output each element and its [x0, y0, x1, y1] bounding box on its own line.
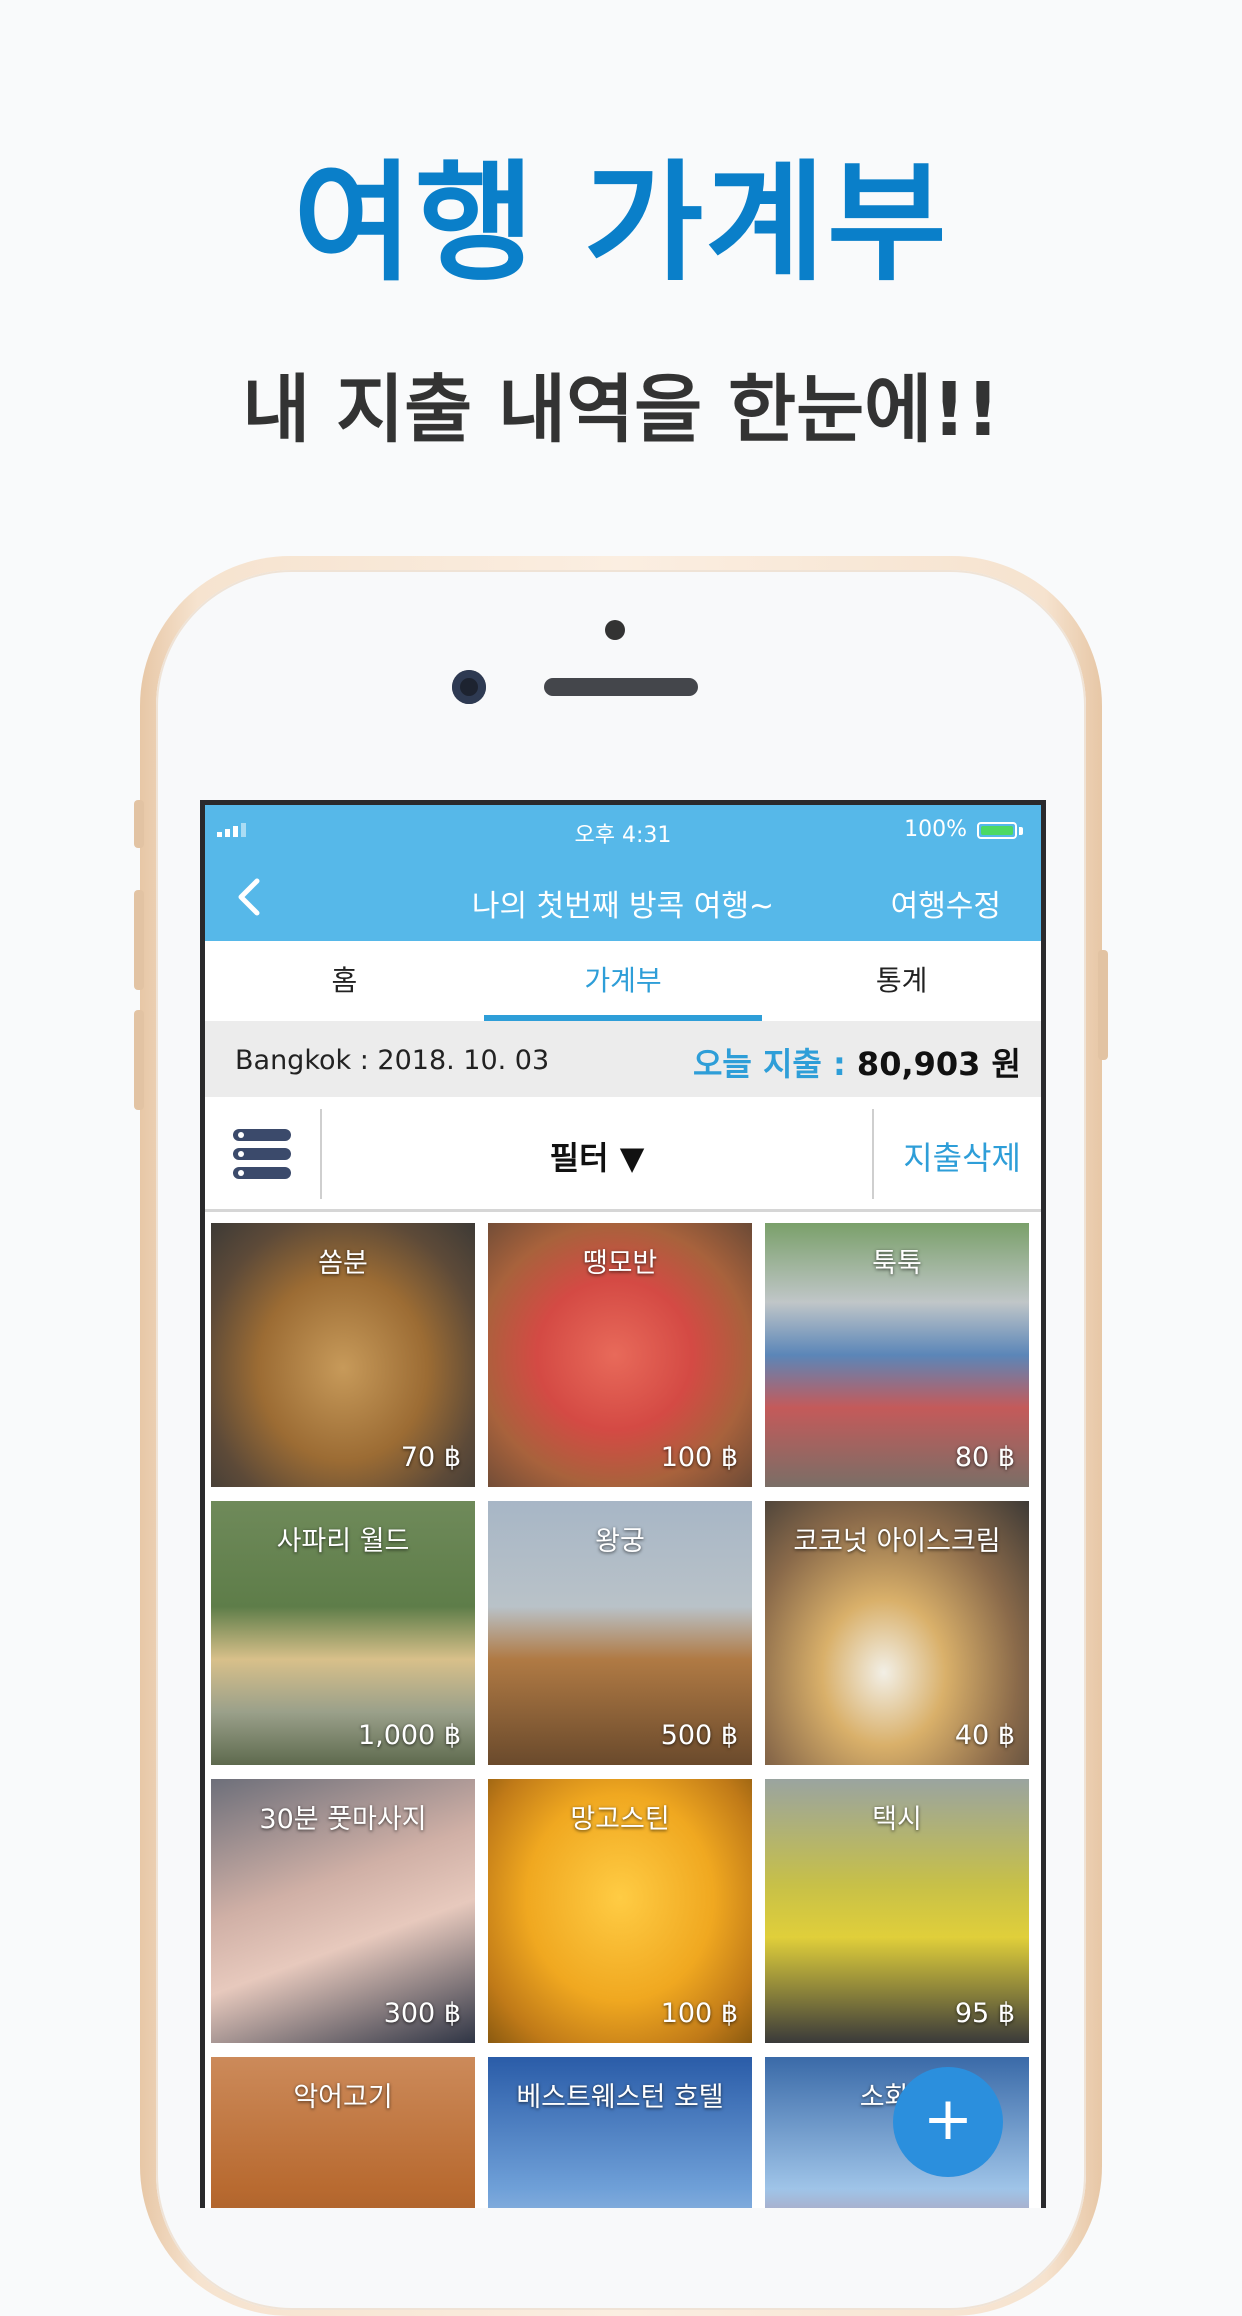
expense-name: 코코넛 아이스크림: [793, 1526, 1001, 1557]
expense-tile[interactable]: 택시 95 ฿: [765, 1779, 1029, 2043]
expense-price: 80 ฿: [954, 1442, 1015, 1473]
expense-price: 1,000 ฿: [357, 1720, 461, 1751]
proximity-sensor: [605, 620, 625, 640]
location-date: Bangkok : 2018. 10. 03: [235, 1045, 550, 1076]
expense-price: 95 ฿: [954, 1998, 1015, 2029]
expense-name: 사파리 월드: [276, 1526, 410, 1557]
today-spending: 오늘 지출 : 80,903 원: [693, 1039, 1021, 1085]
toolbar-divider: [872, 1109, 874, 1199]
expense-tile[interactable]: 코코넛 아이스크림 40 ฿: [765, 1501, 1029, 1765]
promo-title: 여행 가계부: [293, 147, 949, 299]
expense-tile[interactable]: 쏨분 70 ฿: [211, 1223, 475, 1487]
expense-tile[interactable]: 베스트웨스턴 호텔: [488, 2057, 752, 2208]
app-screen: 오후 4:31 100% 나의 첫번째 방콕 여행~ 여행수정 홈 가계부 통계…: [200, 800, 1046, 2208]
nav-bar: 나의 첫번째 방콕 여행~ 여행수정: [205, 853, 1041, 941]
filter-dropdown[interactable]: 필터 ▼: [322, 1133, 872, 1179]
list-menu-icon[interactable]: [233, 1127, 291, 1181]
delete-expense-button[interactable]: 지출삭제: [903, 1133, 1021, 1179]
front-camera: [452, 670, 486, 704]
phone-volume-down: [134, 1010, 144, 1110]
tab-home[interactable]: 홈: [205, 941, 484, 1021]
edit-trip-button[interactable]: 여행수정: [891, 881, 1001, 925]
expense-name: 30분 풋마사지: [259, 1804, 427, 1835]
tab-stats[interactable]: 통계: [762, 941, 1041, 1021]
battery-percent: 100%: [904, 817, 967, 842]
expense-name: 베스트웨스턴 호텔: [516, 2082, 724, 2113]
tab-ledger[interactable]: 가계부: [483, 941, 763, 1021]
today-spending-amount: 80,903 원: [856, 1045, 1021, 1083]
expense-price: 300 ฿: [383, 1998, 461, 2029]
battery-icon: [977, 822, 1017, 839]
expense-tile[interactable]: 악어고기: [211, 2057, 475, 2208]
phone-mute-switch: [134, 800, 144, 848]
battery-tip: [1019, 827, 1023, 835]
tab-bar: 홈 가계부 통계: [205, 941, 1041, 1021]
expense-name: 악어고기: [293, 2082, 393, 2113]
promo-subtitle: 내 지출 내역을 한눈에!!: [242, 367, 1000, 453]
expense-tile[interactable]: 툭툭 80 ฿: [765, 1223, 1029, 1487]
status-bar: 오후 4:31 100%: [205, 805, 1041, 853]
expense-price: 100 ฿: [660, 1442, 738, 1473]
expense-name: 왕궁: [595, 1526, 645, 1557]
expense-name: 쏨분: [318, 1248, 368, 1279]
daily-summary-bar: Bangkok : 2018. 10. 03 오늘 지출 : 80,903 원: [205, 1021, 1041, 1097]
expense-price: 70 ฿: [400, 1442, 461, 1473]
plus-icon: +: [922, 2084, 974, 2154]
expense-price: 500 ฿: [660, 1720, 738, 1751]
expense-price: 100 ฿: [660, 1998, 738, 2029]
today-spending-label: 오늘 지출 :: [692, 1045, 846, 1083]
expense-name: 망고스틴: [570, 1804, 670, 1835]
list-toolbar: 필터 ▼ 지출삭제: [205, 1097, 1041, 1212]
expense-tile[interactable]: 사파리 월드 1,000 ฿: [211, 1501, 475, 1765]
earpiece-speaker: [544, 678, 698, 696]
expense-name: 택시: [872, 1804, 922, 1835]
expense-tile[interactable]: 땡모반 100 ฿: [488, 1223, 752, 1487]
phone-power-button: [1098, 950, 1108, 1060]
expense-name: 툭툭: [872, 1248, 922, 1279]
add-expense-button[interactable]: +: [893, 2067, 1003, 2177]
expense-tile[interactable]: 왕궁 500 ฿: [488, 1501, 752, 1765]
expense-tile[interactable]: 망고스틴 100 ฿: [488, 1779, 752, 2043]
expense-tile[interactable]: 30분 풋마사지 300 ฿: [211, 1779, 475, 2043]
expense-price: 40 ฿: [954, 1720, 1015, 1751]
expense-name: 땡모반: [582, 1248, 658, 1279]
phone-volume-up: [134, 890, 144, 990]
